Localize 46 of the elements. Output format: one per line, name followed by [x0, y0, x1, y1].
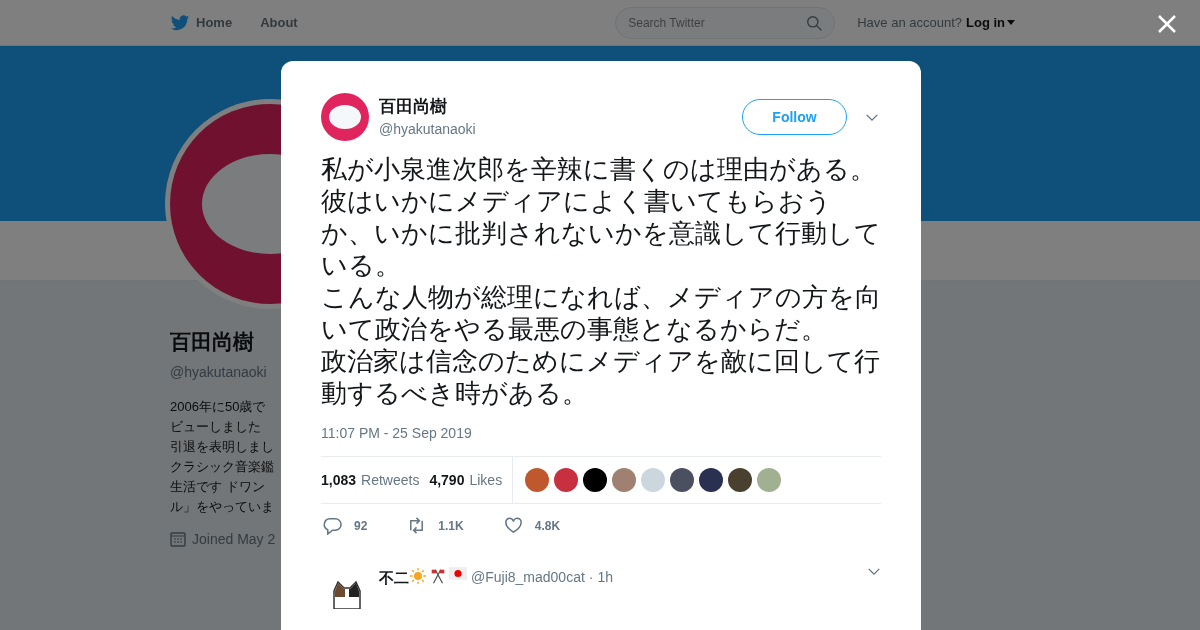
chevron-icon	[867, 567, 881, 576]
reply-user-name: 不二	[379, 568, 409, 588]
nav-link[interactable]: About	[260, 12, 298, 33]
bio-line: 引退を表明しまし	[170, 437, 274, 456]
profile-name: 百田尚樹	[170, 329, 254, 355]
heart-icon	[503, 516, 523, 535]
japan-flag-icon	[449, 567, 467, 580]
separator-dot: ·	[588, 568, 594, 587]
profile-handle: @hyakutanaoki	[170, 362, 267, 382]
chevron-icon	[865, 112, 879, 122]
liker-avatar[interactable]	[583, 468, 608, 492]
login-link[interactable]: Log in	[966, 12, 1015, 33]
account-prompt: Have an account?	[857, 13, 962, 32]
stat-link[interactable]: 4,790 Likes	[429, 469, 503, 491]
search-field[interactable]: Search Twitter	[615, 6, 836, 39]
sun-icon	[409, 567, 427, 585]
user-avatar	[321, 93, 369, 141]
user-name: 百田尚樹	[379, 95, 448, 118]
bio-line: 生活です ドワン	[170, 477, 265, 496]
reply-time: 1h	[597, 568, 615, 587]
like-button[interactable]: 4.8K	[503, 516, 561, 535]
search-icon	[806, 14, 824, 32]
bio-line: 2006年に50歳で	[170, 397, 266, 416]
reply-button[interactable]: 92	[323, 516, 368, 535]
tweet-time: 11:07 PM - 25 Sep 2019	[321, 424, 472, 443]
tweet-paragraph: 政治家は信念のためにメディアを敵に回して行動するべき時がある。	[321, 345, 881, 409]
crossed-flags-icon	[429, 567, 447, 585]
liker-avatar[interactable]	[728, 468, 753, 492]
nav-link[interactable]: Home	[170, 12, 233, 33]
bio-line: ル」をやっていま	[170, 497, 274, 516]
bird-icon	[170, 12, 190, 33]
user-handle: @hyakutanaoki	[379, 120, 477, 140]
joined-date: Joined May 2	[192, 529, 276, 549]
tweet-paragraph: こんな人物が総理になれば、メディアの方を向いて政治をやる最悪の事態となるからだ。	[321, 281, 881, 345]
caret-icon	[1007, 20, 1015, 25]
tweet-paragraph: 私が小泉進次郎を辛辣に書くのは理由がある。	[321, 153, 877, 185]
reply-user-handle: @Fuji8_mad00cat	[471, 568, 585, 587]
reply-icon	[323, 516, 342, 535]
bio-line: ビューしました	[170, 417, 261, 436]
bio-line: クラシック音楽鑑	[170, 457, 274, 476]
liker-avatar[interactable]	[699, 468, 724, 492]
liker-avatar[interactable]	[670, 468, 695, 492]
retweet-button[interactable]: 1.1K	[407, 516, 464, 535]
tweet-paragraph: 彼はいかにメディアによく書いてもらおうか、いかに批判されないかを意識して行動している。	[321, 185, 881, 281]
calendar-icon	[170, 531, 186, 547]
stat-link[interactable]: 1,083 Retweets	[321, 469, 420, 491]
